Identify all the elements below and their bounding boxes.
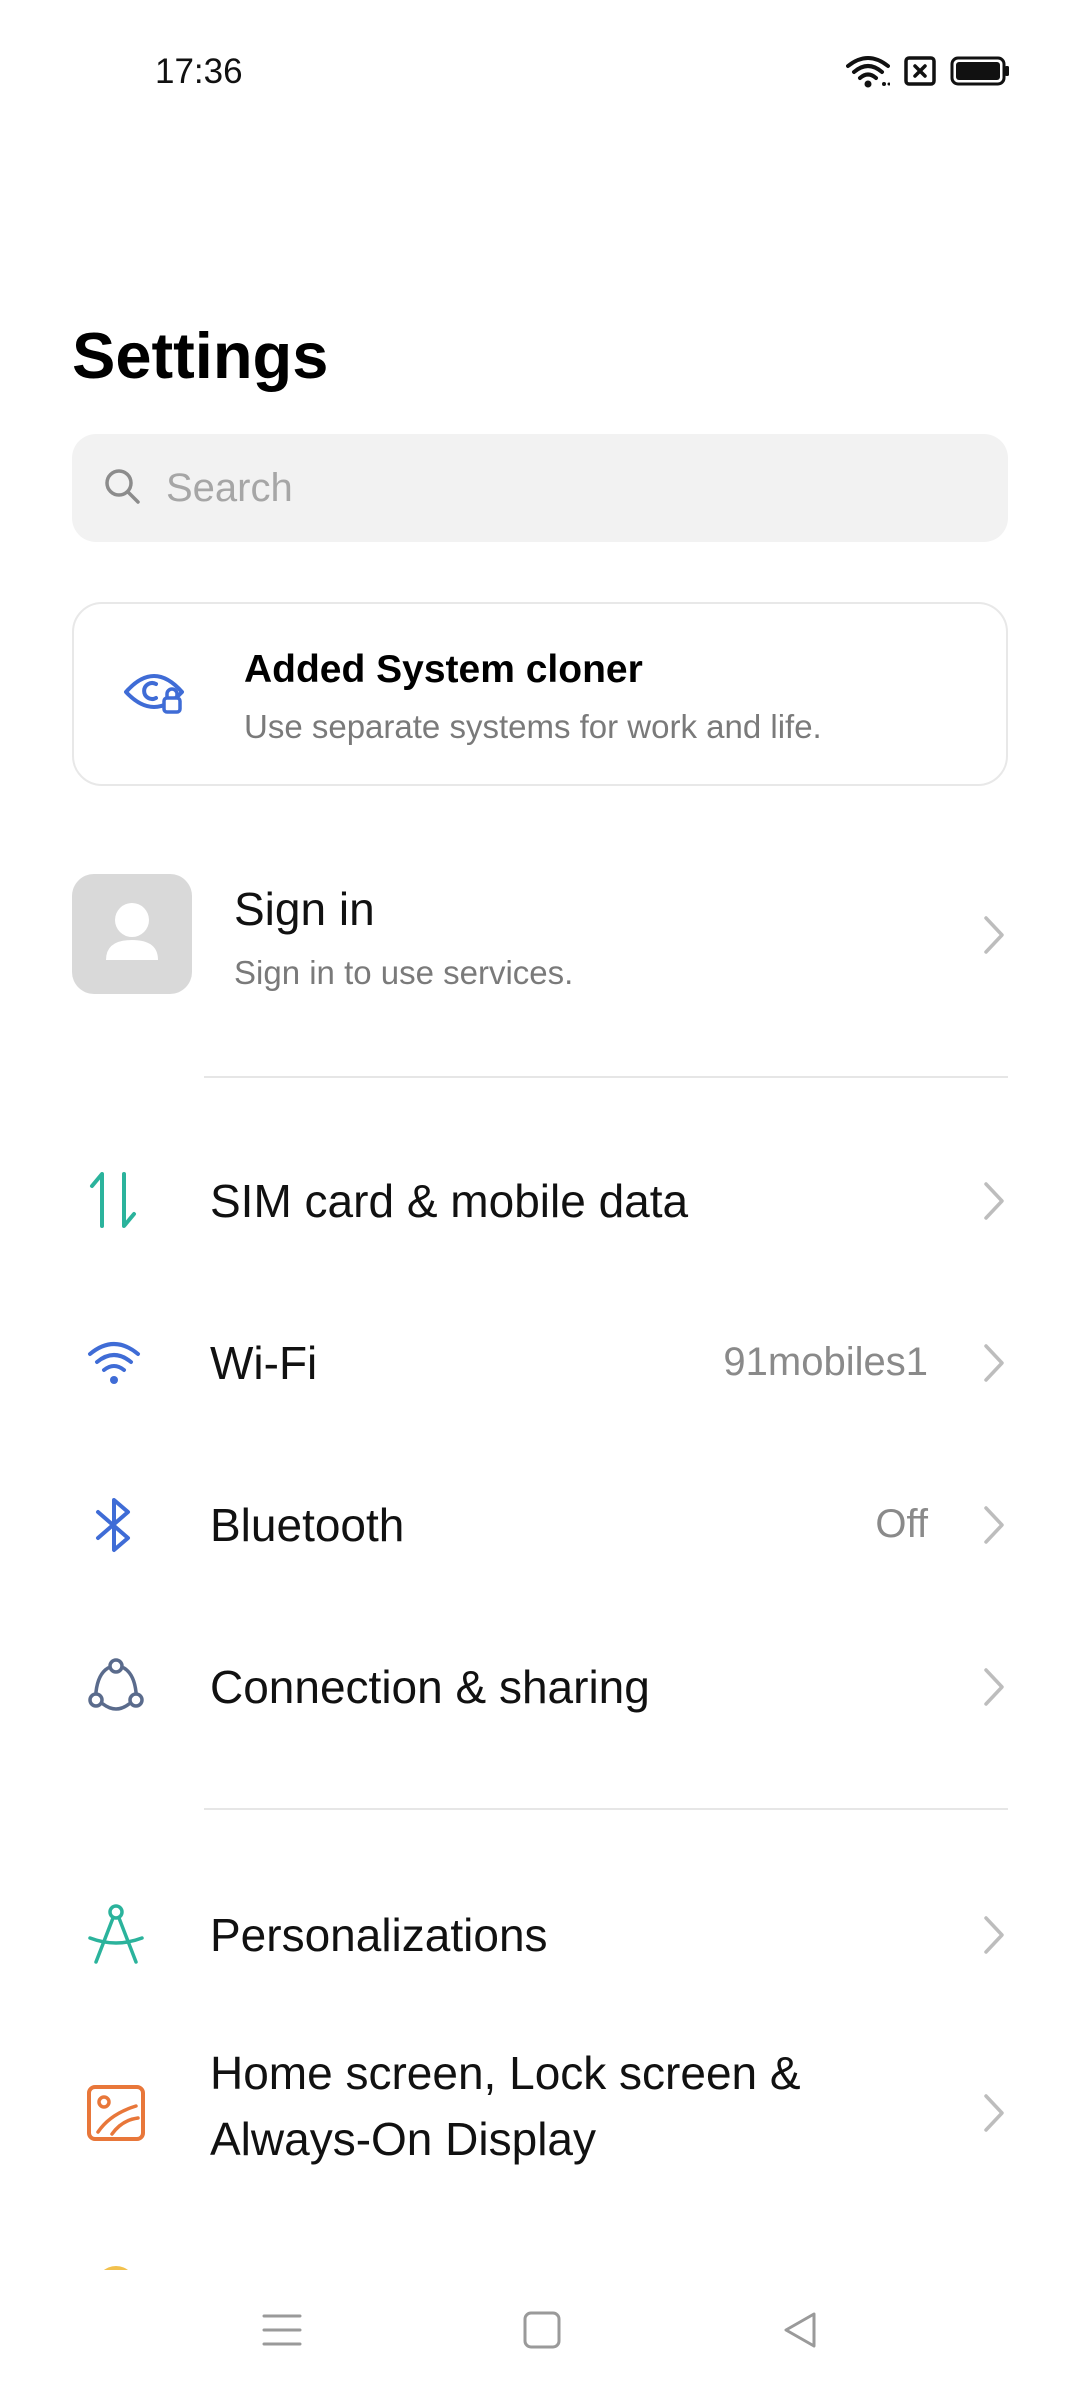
page-title: Settings <box>72 319 329 392</box>
chevron-right-icon <box>982 1180 1006 1227</box>
settings-item-label: Bluetooth <box>210 1499 405 1551</box>
chevron-right-icon <box>982 914 1006 961</box>
avatar <box>72 874 192 994</box>
status-bar: 17:36 <box>0 0 1080 140</box>
chevron-right-icon <box>982 1914 1006 1961</box>
settings-item-connection-sharing[interactable]: Connection & sharing <box>0 1606 1080 1768</box>
chevron-right-icon <box>982 1666 1006 1713</box>
wifi-icon <box>846 54 890 88</box>
bluetooth-status: Off <box>875 1502 928 1546</box>
search-input[interactable] <box>164 464 968 512</box>
settings-item-label: Wi-Fi <box>210 1337 318 1389</box>
chevron-right-icon <box>982 1342 1006 1389</box>
system-cloner-subtitle: Use separate systems for work and life. <box>244 708 822 745</box>
wifi-icon <box>86 1338 142 1393</box>
settings-item-label-line: Always-On Display <box>210 2113 596 2165</box>
settings-item-personalizations[interactable]: Personalizations <box>0 1850 1080 2018</box>
settings-item-wifi[interactable]: Wi-Fi 91mobiles1 <box>0 1282 1080 1444</box>
connection-sharing-icon <box>86 1656 146 1721</box>
bluetooth-icon <box>86 1494 142 1561</box>
chevron-right-icon <box>982 2092 1006 2139</box>
sim-data-icon <box>86 1170 142 1235</box>
settings-screen: 17:36 Settings Search Added System clone… <box>0 0 1080 2400</box>
home-screen-icon <box>86 2084 146 2147</box>
home-icon[interactable] <box>522 2310 562 2355</box>
system-cloner-title: Added System cloner <box>244 648 643 691</box>
settings-item-label: SIM card & mobile data <box>210 1175 689 1227</box>
settings-item-label: Personalizations <box>210 1909 548 1961</box>
system-cloner-icon <box>122 666 188 727</box>
avatar-placeholder-icon <box>106 903 158 960</box>
settings-item-label-line: Home screen, Lock screen & <box>210 2047 801 2099</box>
divider <box>204 1076 1008 1078</box>
divider <box>204 1808 1008 1810</box>
settings-item-label: Home screen, Lock screen & Always-On Dis… <box>210 2040 801 2172</box>
settings-item-bluetooth[interactable]: Bluetooth Off <box>0 1444 1080 1606</box>
sign-in-title: Sign in <box>234 883 375 935</box>
chevron-right-icon <box>982 1504 1006 1551</box>
menu-icon[interactable] <box>262 2310 302 2355</box>
system-cloner-card[interactable]: Added System cloner Use separate systems… <box>72 602 1008 786</box>
navigation-bar <box>0 2270 1080 2400</box>
sim-error-icon <box>904 56 936 86</box>
back-icon[interactable] <box>780 2310 820 2355</box>
settings-item-home-screen[interactable]: Home screen, Lock screen & Always-On Dis… <box>0 2018 1080 2208</box>
settings-item-label: Connection & sharing <box>210 1661 650 1713</box>
search-icon <box>102 466 142 511</box>
status-icons <box>846 54 1010 88</box>
settings-item-sim-card[interactable]: SIM card & mobile data <box>0 1120 1080 1282</box>
status-time: 17:36 <box>155 52 243 91</box>
search-box[interactable] <box>72 434 1008 542</box>
battery-icon <box>950 55 1010 87</box>
sign-in-row[interactable]: Sign in Sign in to use services. <box>0 850 1080 1018</box>
sign-in-subtitle: Sign in to use services. <box>234 954 574 991</box>
personalization-icon <box>86 1902 146 1971</box>
wifi-network-name: 91mobiles1 <box>723 1340 928 1384</box>
